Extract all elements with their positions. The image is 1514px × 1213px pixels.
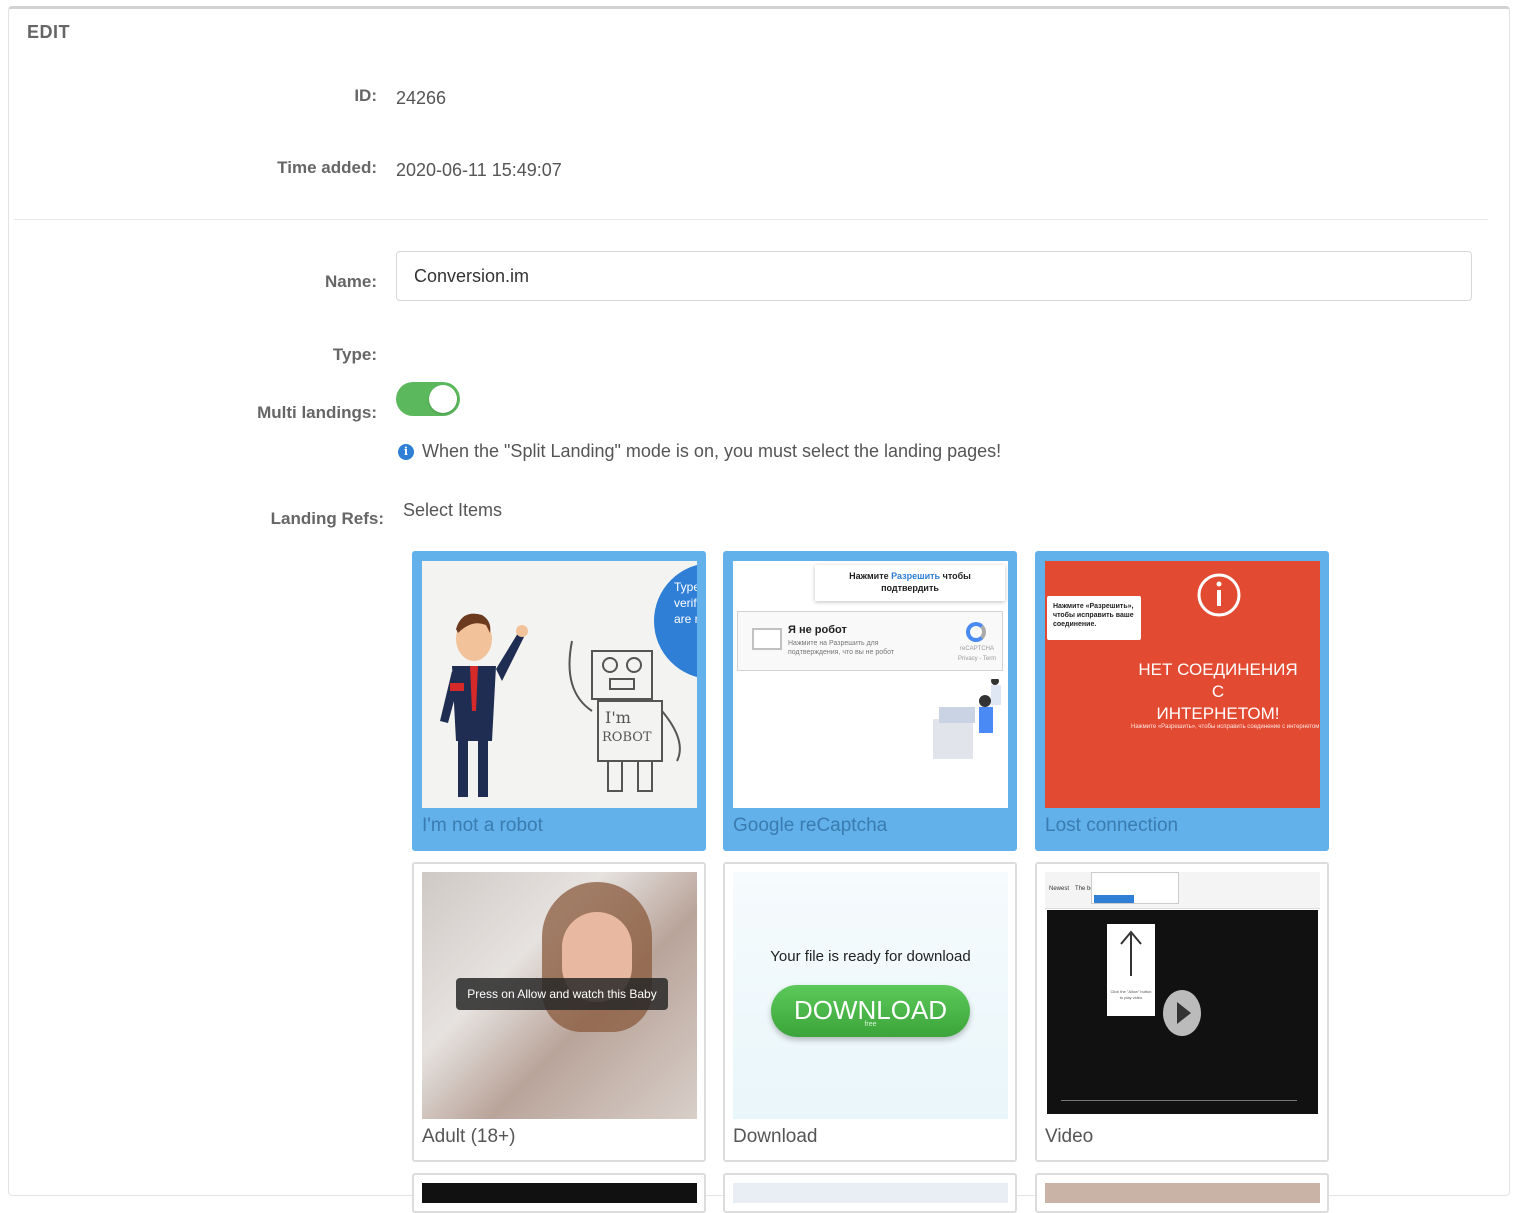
thumb-text: Privacy - Term xyxy=(958,656,997,662)
thumb-text: Нажмите на Разрешить для xyxy=(788,640,879,647)
landing-card-lost-connection[interactable]: Нажмите «Разрешить», чтобы исправить ваш… xyxy=(1035,551,1329,851)
allow-arrow-card: Click the "Allow" button to play video xyxy=(1107,924,1155,1016)
thumb-text: подтвердить xyxy=(881,583,939,593)
lost-connection-heading: НЕТ СОЕДИНЕНИЯ С ИНТЕРНЕТОМ! xyxy=(1133,659,1303,725)
name-label: Name: xyxy=(325,272,377,291)
landing-refs-label: Landing Refs: xyxy=(270,509,384,528)
thumb-text: Нажмите «Разрешить», xyxy=(1053,603,1134,610)
thumb-text: to play video xyxy=(1119,995,1143,1000)
landing-caption: Google reCaptcha xyxy=(733,815,888,836)
landing-caption: Download xyxy=(733,1126,818,1147)
landing-card-video[interactable]: Newest The best Click the "Allow" button… xyxy=(1035,862,1329,1162)
office-illustration xyxy=(933,679,1001,759)
thumb-text: reCAPTCHA xyxy=(960,646,995,652)
arrow-up-icon xyxy=(1120,930,1142,976)
info-circle-icon xyxy=(1197,573,1241,617)
split-landing-note: i When the "Split Landing" mode is on, y… xyxy=(398,441,1001,462)
type-label: Type: xyxy=(332,345,377,364)
name-input[interactable] xyxy=(396,251,1472,301)
thumb-text: verif xyxy=(674,596,697,610)
video-player: Click the "Allow" button to play video xyxy=(1047,910,1318,1114)
landing-card-not-robot[interactable]: I'm ROBOT Type verif are r I'm not a rob… xyxy=(412,551,706,851)
landing-thumb-adult: Press on Allow and watch this Baby xyxy=(422,872,697,1119)
multi-landings-toggle[interactable] xyxy=(396,382,460,416)
thumb-text: Newest xyxy=(1049,886,1070,892)
info-icon: i xyxy=(398,443,414,460)
svg-text:I'm: I'm xyxy=(605,708,631,727)
thumb-text: ИНТЕРНЕТОМ! xyxy=(1156,704,1280,723)
video-site-header: Newest The best xyxy=(1045,872,1320,909)
landing-thumb-recaptcha: Нажмите Разрешить чтобы подтвердить Я не… xyxy=(733,561,1008,808)
landing-caption: I'm not a robot xyxy=(422,815,543,836)
recaptcha-box: Я не робот Нажмите на Разрешить для подт… xyxy=(737,611,1003,671)
landing-thumb-video: Newest The best Click the "Allow" button… xyxy=(1045,872,1320,1119)
landing-caption: Adult (18+) xyxy=(422,1126,516,1147)
play-icon xyxy=(1163,990,1201,1036)
id-label: ID: xyxy=(354,86,377,105)
recaptcha-logo-icon xyxy=(966,622,986,642)
id-value: 24266 xyxy=(396,88,447,108)
landing-card-adult[interactable]: Press on Allow and watch this Baby Adult… xyxy=(412,862,706,1162)
thumb-text: are r xyxy=(674,612,697,626)
landing-thumb-lost-connection: Нажмите «Разрешить», чтобы исправить ваш… xyxy=(1045,561,1320,808)
time-added-value: 2020-06-11 15:49:07 xyxy=(396,160,562,180)
allow-prompt: Нажмите «Разрешить», чтобы исправить ваш… xyxy=(1047,596,1141,640)
panel-title: EDIT xyxy=(27,22,71,42)
landing-card-partial[interactable] xyxy=(723,1173,1017,1213)
landing-thumb-not-robot: I'm ROBOT Type verif are r xyxy=(422,561,697,808)
multi-landings-label: Multi landings: xyxy=(257,403,377,422)
thumb-text: чтобы исправить ваше xyxy=(1053,612,1134,619)
thumb-text: Type xyxy=(674,580,697,594)
allow-prompt: Нажмите Разрешить чтобы подтвердить xyxy=(815,565,1005,601)
download-button: DOWNLOAD free xyxy=(771,985,970,1037)
landing-thumb-download: Your file is ready for download DOWNLOAD… xyxy=(733,872,1008,1119)
toggle-knob xyxy=(429,385,457,413)
time-added-label: Time added: xyxy=(277,158,377,177)
landing-card-partial[interactable] xyxy=(412,1173,706,1213)
landing-caption: Video xyxy=(1045,1126,1094,1147)
thumb-text: чтобы xyxy=(942,571,971,581)
thumb-text: НЕТ СОЕДИНЕНИЯ С xyxy=(1138,660,1298,701)
landing-card-download[interactable]: Your file is ready for download DOWNLOAD… xyxy=(723,862,1017,1162)
svg-text:ROBOT: ROBOT xyxy=(602,730,652,745)
thumb-text: Нажмите «Разрешить», чтобы исправить сое… xyxy=(1131,724,1320,730)
thumb-text: соединение. xyxy=(1053,621,1097,628)
thumb-text: Press on Allow and watch this Baby xyxy=(456,978,668,1010)
thumb-text: подтверждения, что вы не робот xyxy=(788,649,895,656)
thumb-text: Нажмите xyxy=(849,571,889,581)
thumb-text: Я не робот xyxy=(788,624,847,636)
video-progress-bar xyxy=(1061,1100,1297,1101)
divider xyxy=(14,219,1488,220)
notification-popup xyxy=(1091,872,1179,904)
thumb-text: DOWNLOAD xyxy=(793,995,948,1025)
thumb-text: Разрешить xyxy=(891,571,941,581)
select-items-label: Select Items xyxy=(403,500,503,520)
thumb-text: Your file is ready for download xyxy=(770,948,971,965)
landing-caption: Lost connection xyxy=(1045,815,1179,836)
recaptcha-checkbox xyxy=(752,628,782,650)
landing-card-partial[interactable] xyxy=(1035,1173,1329,1213)
split-landing-note-text: When the "Split Landing" mode is on, you… xyxy=(422,441,1002,461)
landing-card-recaptcha[interactable]: Нажмите Разрешить чтобы подтвердить Я не… xyxy=(723,551,1017,851)
robot-illustration: I'm ROBOT xyxy=(440,564,697,797)
